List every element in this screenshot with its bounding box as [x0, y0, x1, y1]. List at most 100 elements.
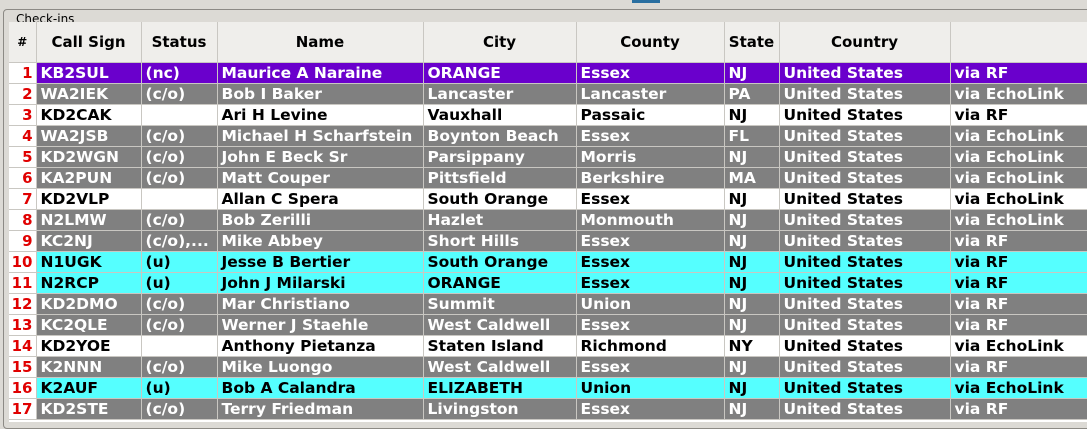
- column-header-city[interactable]: City: [423, 22, 577, 63]
- cell-country: United States: [779, 377, 951, 399]
- table-row[interactable]: 8 N2LMW (c/o) Bob Zerilli Hazlet Monmouth NJ Un…: [9, 209, 1087, 231]
- table-row[interactable]: 1 KB2SUL (nc) Maurice A Naraine ORANGE Essex N…: [9, 62, 1087, 84]
- cell-name: Mike Abbey: [217, 230, 424, 252]
- cell-callsign: KD2STE: [36, 398, 142, 420]
- cell-via: via EchoLink: [950, 188, 1087, 210]
- cell-city: Pittsfield: [423, 167, 577, 189]
- table-row[interactable]: 5 KD2WGN (c/o) John E Beck Sr Parsippany Morr…: [9, 146, 1087, 168]
- cell-callsign: K2AUF: [36, 377, 142, 399]
- column-header-via[interactable]: [950, 22, 1087, 63]
- cell-name: John J Milarski: [217, 272, 424, 294]
- cell-via: via EchoLink: [950, 335, 1087, 357]
- cell-county: Essex: [576, 125, 725, 147]
- cell-name: Werner J Staehle: [217, 314, 424, 336]
- cell-status: (c/o): [141, 125, 218, 147]
- cell-city: Boynton Beach: [423, 125, 577, 147]
- cell-county: Monmouth: [576, 209, 725, 231]
- cell-callsign: KA2PUN: [36, 167, 142, 189]
- cell-status: [141, 335, 218, 357]
- cell-callsign: KD2VLP: [36, 188, 142, 210]
- table-row[interactable]: 14 KD2YOE Anthony Pietanza Staten Island Ric…: [9, 335, 1087, 357]
- table-row[interactable]: 3 KD2CAK Ari H Levine Vauxhall Passaic NJ Unit…: [9, 104, 1087, 126]
- cell-county: Passaic: [576, 104, 725, 126]
- cell-callsign: KD2YOE: [36, 335, 142, 357]
- table-row[interactable]: 16 K2AUF (u) Bob A Calandra ELIZABETH Union NJ…: [9, 377, 1087, 399]
- cell-name: Allan C Spera: [217, 188, 424, 210]
- cell-state: NJ: [724, 209, 780, 231]
- cell-via: via RF: [950, 398, 1087, 420]
- column-header-name[interactable]: Name: [217, 22, 424, 63]
- cell-via: via RF: [950, 356, 1087, 378]
- top-scroll-indicator: [632, 0, 660, 3]
- table-row[interactable]: 7 KD2VLP Allan C Spera South Orange Essex NJ U…: [9, 188, 1087, 210]
- cell-state: NJ: [724, 377, 780, 399]
- cell-county: Essex: [576, 398, 725, 420]
- cell-via: via EchoLink: [950, 83, 1087, 105]
- cell-city: West Caldwell: [423, 356, 577, 378]
- checkins-table: # Call Sign Status Name City County Stat…: [9, 22, 1087, 420]
- cell-city: Parsippany: [423, 146, 577, 168]
- cell-name: Bob Zerilli: [217, 209, 424, 231]
- cell-callsign: KB2SUL: [36, 62, 142, 84]
- table-row[interactable]: 13 KC2QLE (c/o) Werner J Staehle West Caldwe…: [9, 314, 1087, 336]
- table-row[interactable]: 9 KC2NJ (c/o),... Mike Abbey Short Hills Esse…: [9, 230, 1087, 252]
- cell-status: (u): [141, 377, 218, 399]
- cell-city: Vauxhall: [423, 104, 577, 126]
- row-number: 10: [9, 251, 37, 273]
- column-header-number[interactable]: #: [9, 22, 37, 63]
- column-header-state[interactable]: State: [724, 22, 780, 63]
- cell-callsign: KD2WGN: [36, 146, 142, 168]
- cell-city: ORANGE: [423, 272, 577, 294]
- cell-name: Matt Couper: [217, 167, 424, 189]
- cell-country: United States: [779, 398, 951, 420]
- row-number: 11: [9, 272, 37, 294]
- cell-status: (c/o): [141, 83, 218, 105]
- cell-state: NJ: [724, 314, 780, 336]
- cell-state: NJ: [724, 230, 780, 252]
- cell-county: Essex: [576, 188, 725, 210]
- column-header-county[interactable]: County: [576, 22, 725, 63]
- cell-via: via RF: [950, 272, 1087, 294]
- cell-state: NJ: [724, 146, 780, 168]
- cell-county: Lancaster: [576, 83, 725, 105]
- cell-via: via RF: [950, 293, 1087, 315]
- cell-name: Jesse B Bertier: [217, 251, 424, 273]
- cell-callsign: WA2IEK: [36, 83, 142, 105]
- column-header-country[interactable]: Country: [779, 22, 951, 63]
- cell-country: United States: [779, 314, 951, 336]
- table-row[interactable]: 10 N1UGK (u) Jesse B Bertier South Orange Ess…: [9, 251, 1087, 273]
- row-number: 2: [9, 83, 37, 105]
- row-number: 12: [9, 293, 37, 315]
- table-row[interactable]: 11 N2RCP (u) John J Milarski ORANGE Essex NJ Un…: [9, 272, 1087, 294]
- cell-via: via RF: [950, 104, 1087, 126]
- cell-callsign: WA2JSB: [36, 125, 142, 147]
- cell-county: Essex: [576, 230, 725, 252]
- cell-city: West Caldwell: [423, 314, 577, 336]
- checkins-table-container[interactable]: # Call Sign Status Name City County Stat…: [9, 22, 1087, 422]
- cell-city: Short Hills: [423, 230, 577, 252]
- table-row[interactable]: 15 K2NNN (c/o) Mike Luongo West Caldwell Esse…: [9, 356, 1087, 378]
- table-row[interactable]: 6 KA2PUN (c/o) Matt Couper Pittsfield Berkshi…: [9, 167, 1087, 189]
- table-row[interactable]: 4 WA2JSB (c/o) Michael H Scharfstein Boynton…: [9, 125, 1087, 147]
- cell-via: via EchoLink: [950, 377, 1087, 399]
- column-header-callsign[interactable]: Call Sign: [36, 22, 142, 63]
- cell-status: [141, 104, 218, 126]
- cell-city: Staten Island: [423, 335, 577, 357]
- cell-country: United States: [779, 146, 951, 168]
- cell-status: (c/o): [141, 398, 218, 420]
- cell-name: Terry Friedman: [217, 398, 424, 420]
- cell-county: Union: [576, 377, 725, 399]
- column-header-status[interactable]: Status: [141, 22, 218, 63]
- cell-country: United States: [779, 167, 951, 189]
- cell-callsign: N2RCP: [36, 272, 142, 294]
- cell-country: United States: [779, 62, 951, 84]
- cell-via: via RF: [950, 62, 1087, 84]
- cell-via: via EchoLink: [950, 167, 1087, 189]
- table-row[interactable]: 17 KD2STE (c/o) Terry Friedman Livingston Ess…: [9, 398, 1087, 420]
- table-row[interactable]: 2 WA2IEK (c/o) Bob I Baker Lancaster Lancaste…: [9, 83, 1087, 105]
- cell-via: via EchoLink: [950, 125, 1087, 147]
- table-body: 1 KB2SUL (nc) Maurice A Naraine ORANGE Essex N…: [9, 62, 1087, 420]
- cell-state: MA: [724, 167, 780, 189]
- cell-name: Maurice A Naraine: [217, 62, 424, 84]
- table-row[interactable]: 12 KD2DMO (c/o) Mar Christiano Summit Union NJ…: [9, 293, 1087, 315]
